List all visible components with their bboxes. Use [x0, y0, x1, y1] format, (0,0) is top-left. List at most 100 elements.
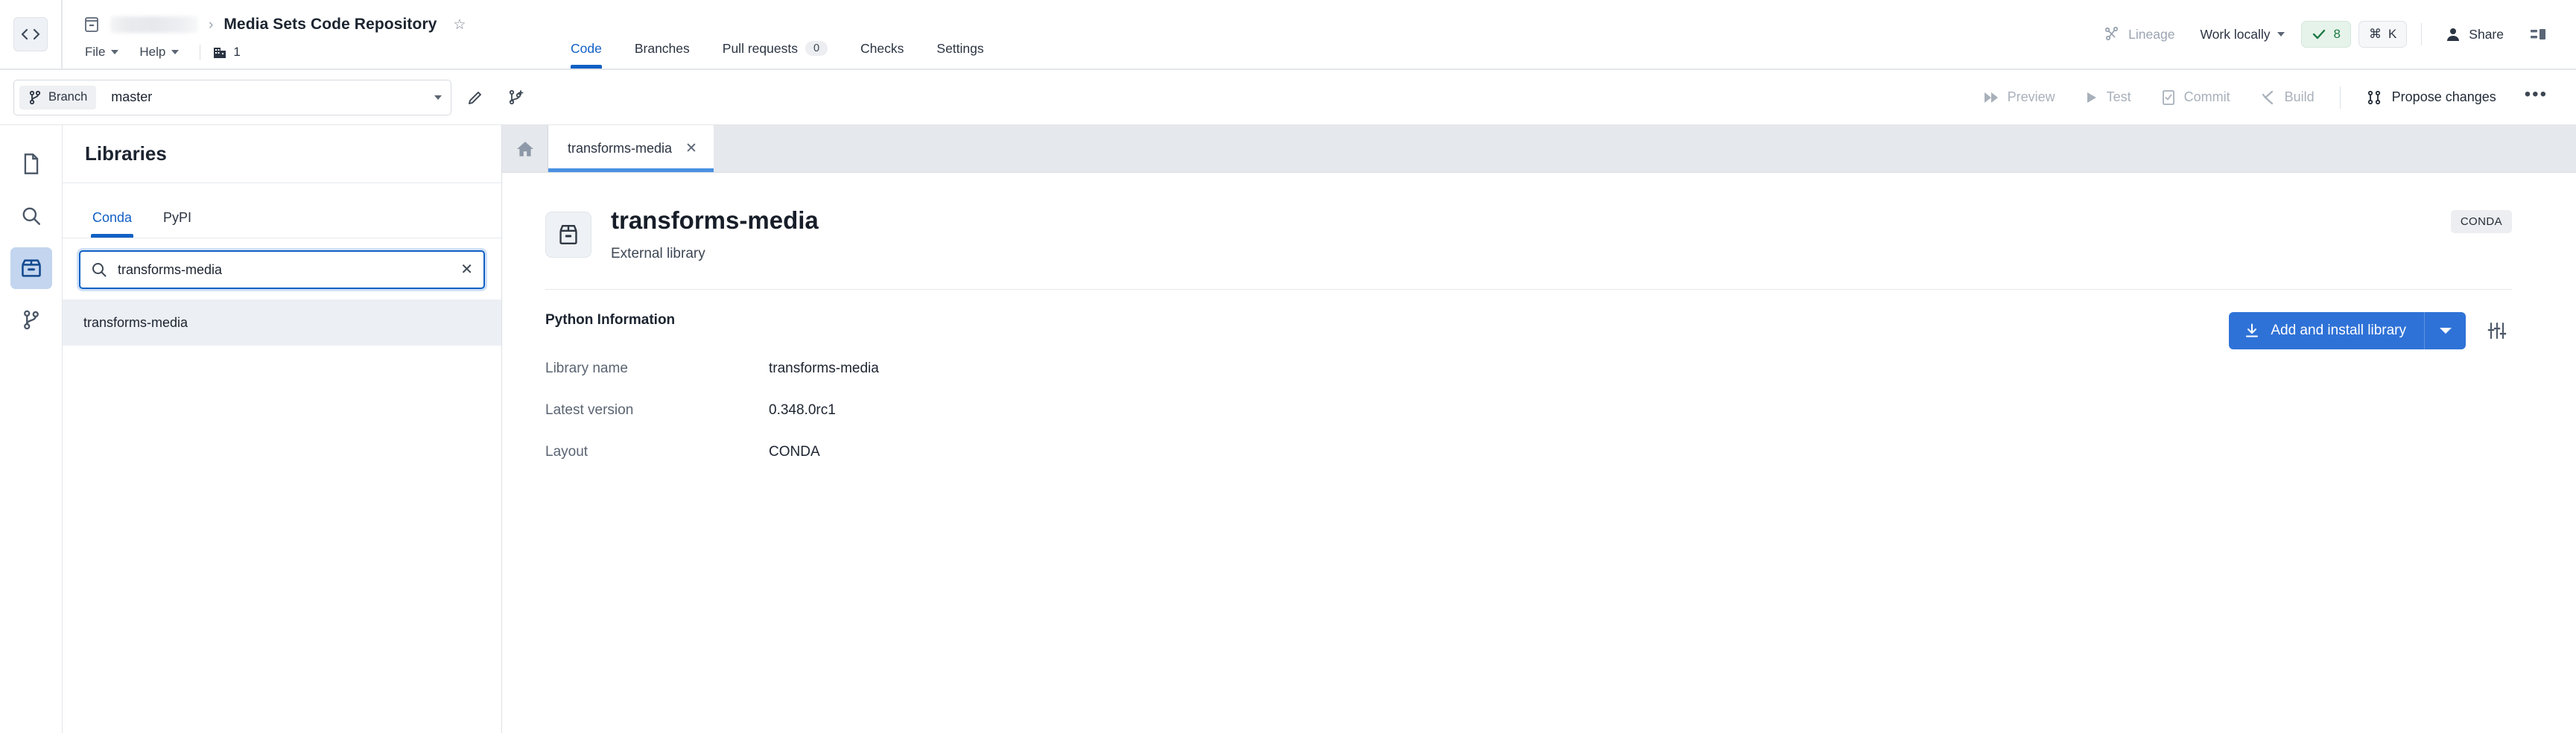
build-button[interactable]: Build [2245, 89, 2329, 106]
tab-pull-requests[interactable]: Pull requests 0 [706, 0, 844, 69]
toolbar-divider [2339, 86, 2341, 109]
repo-toolbar: Branch master Preview Test Commit Build … [0, 70, 2576, 125]
share-button[interactable]: Share [2432, 26, 2516, 42]
build-label: Build [2284, 89, 2315, 104]
file-menu[interactable]: File [83, 42, 127, 62]
favorite-star-icon[interactable]: ☆ [454, 18, 466, 32]
search-icon [91, 261, 107, 278]
tab-conda-label: Conda [92, 210, 133, 225]
breadcrumb-redacted-segment[interactable] [110, 16, 198, 33]
editor-tab-transforms-media[interactable]: transforms-media ✕ [548, 125, 714, 172]
library-box-icon [20, 257, 42, 279]
info-label-layout: Layout [545, 443, 589, 460]
table-row: Latest version 0.348.0rc1 [545, 390, 879, 431]
preview-button[interactable]: Preview [1968, 89, 2070, 105]
info-label-library-name: Library name [545, 360, 628, 376]
toolbar-more-button[interactable]: ••• [2511, 84, 2560, 111]
branch-selector[interactable]: Branch master [13, 79, 451, 115]
list-item[interactable]: transforms-media [63, 299, 501, 346]
chevron-down-icon [2439, 327, 2452, 334]
section-title: Python Information [545, 311, 676, 328]
libraries-panel: Libraries Conda PyPI transforms-media ✕ … [63, 125, 502, 733]
organization-count: 1 [233, 45, 241, 59]
libraries-search-wrapper: transforms-media ✕ [63, 238, 501, 299]
sidebar-rail-files[interactable] [10, 143, 52, 185]
header-tab-list: Code Branches Pull requests 0 Checks Set… [554, 0, 1000, 69]
build-hammer-icon [2260, 89, 2277, 106]
test-button[interactable]: Test [2070, 89, 2146, 105]
editor-tab-strip: transforms-media ✕ [502, 125, 2576, 173]
organization-indicator[interactable]: 1 [212, 45, 241, 60]
lineage-label: Lineage [2128, 26, 2175, 42]
new-branch-button[interactable] [499, 81, 532, 114]
commit-button[interactable]: Commit [2146, 89, 2245, 106]
clear-search-icon[interactable]: ✕ [460, 262, 473, 277]
repository-icon [83, 16, 100, 34]
page-title: Media Sets Code Repository [223, 16, 437, 33]
command-key-icon: ⌘ [2368, 27, 2382, 41]
library-title: transforms-media [611, 206, 819, 234]
application-window: › Media Sets Code Repository ☆ File Help [0, 0, 2576, 733]
add-and-install-library-button[interactable]: Add and install library [2229, 311, 2424, 349]
new-branch-icon [507, 89, 524, 107]
branch-icon [21, 309, 42, 331]
tab-checks-label: Checks [860, 40, 904, 56]
tab-checks[interactable]: Checks [844, 0, 920, 69]
status-badge: CONDA [2450, 210, 2512, 233]
branch-value: master [111, 89, 153, 104]
search-input[interactable]: transforms-media ✕ [79, 250, 485, 289]
libraries-tab-list: Conda PyPI [63, 183, 501, 238]
tab-settings[interactable]: Settings [920, 0, 1000, 69]
checks-status-badge[interactable]: 8 [2301, 21, 2351, 48]
branch-chip-label: Branch [48, 90, 88, 104]
tab-code[interactable]: Code [554, 0, 618, 69]
python-information-section: Python Information Library name transfor… [545, 311, 2512, 473]
home-tab-button[interactable] [502, 125, 548, 172]
header-divider [2421, 23, 2423, 45]
library-info-table: Library name transforms-media Latest ver… [545, 348, 879, 473]
close-icon[interactable]: ✕ [685, 142, 697, 156]
propose-changes-button[interactable]: Propose changes [2351, 89, 2511, 106]
sidebar-rail-branches[interactable] [10, 299, 52, 341]
code-brackets-icon[interactable] [13, 17, 48, 51]
info-label-latest-version: Latest version [545, 402, 634, 418]
tab-conda[interactable]: Conda [80, 210, 144, 238]
work-locally-button[interactable]: Work locally [2187, 27, 2297, 42]
library-page-titles: transforms-media External library [611, 206, 819, 262]
tab-pull-requests-label: Pull requests [722, 40, 798, 56]
chevron-down-icon [111, 50, 119, 54]
download-icon [2244, 323, 2260, 339]
share-label: Share [2469, 26, 2504, 42]
library-box-icon [545, 212, 591, 258]
library-page-header: transforms-media External library CONDA [545, 206, 2512, 262]
command-palette-button[interactable]: ⌘ K [2358, 21, 2408, 48]
editor-tab-label: transforms-media [568, 141, 673, 156]
libraries-panel-title: Libraries [63, 125, 501, 183]
propose-changes-label: Propose changes [2391, 89, 2496, 104]
lineage-button[interactable]: Lineage [2090, 25, 2187, 43]
file-icon [21, 153, 42, 175]
add-and-install-library-dropdown[interactable] [2424, 311, 2466, 349]
python-information-block: Python Information Library name transfor… [545, 312, 879, 473]
menu-bar: File Help 1 [83, 39, 524, 65]
sidebar-rail-libraries[interactable] [10, 247, 52, 289]
pull-requests-count-badge: 0 [805, 40, 828, 57]
list-item-label: transforms-media [83, 314, 188, 330]
library-settings-button[interactable] [2482, 316, 2512, 346]
checks-count: 8 [2333, 27, 2341, 41]
tab-branches-label: Branches [634, 40, 690, 56]
table-row: Layout CONDA [545, 431, 879, 473]
home-icon [515, 139, 535, 159]
app-body: Libraries Conda PyPI transforms-media ✕ … [0, 125, 2576, 733]
tab-branches[interactable]: Branches [618, 0, 706, 69]
sidebar-rail [0, 125, 63, 733]
sidebar-rail-search[interactable] [10, 195, 52, 237]
right-panel-toggle-icon[interactable] [2516, 25, 2560, 43]
help-menu[interactable]: Help [138, 42, 188, 62]
check-icon [2312, 27, 2326, 42]
tab-pypi[interactable]: PyPI [151, 210, 203, 238]
play-icon [2085, 90, 2098, 105]
chevron-down-icon [171, 50, 180, 54]
edit-branch-button[interactable] [459, 81, 492, 114]
app-logo-cell[interactable] [0, 0, 63, 69]
